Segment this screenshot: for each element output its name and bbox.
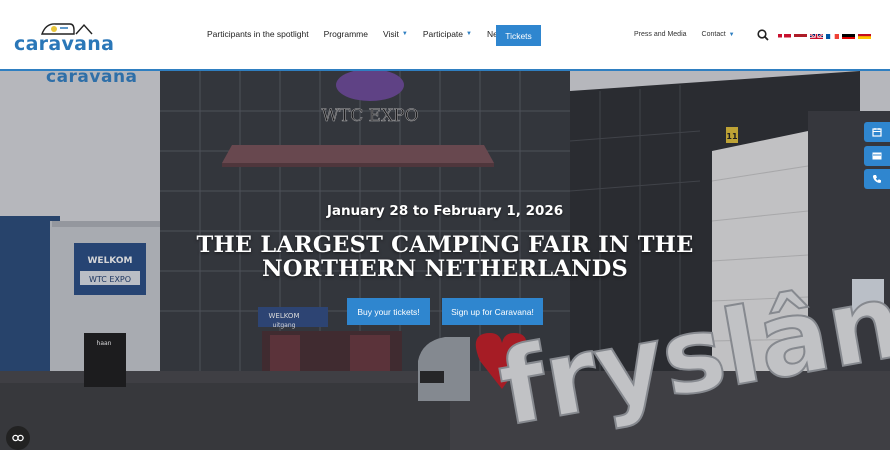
chevron-down-icon: ▼	[728, 31, 735, 38]
site-header: caravana Participants in the spotlight P…	[0, 0, 890, 71]
phone-icon[interactable]	[864, 169, 890, 189]
sign-up-button[interactable]: Sign up for Caravana!	[442, 298, 543, 325]
buy-tickets-button[interactable]: Buy your tickets!	[347, 298, 430, 325]
dutch-flag-icon[interactable]	[794, 30, 807, 39]
headline-line-2: NORTHERN NETHERLANDS	[262, 256, 628, 282]
nav-item-label: Press and Media	[634, 31, 687, 38]
nav-item-label: Programme	[323, 29, 368, 39]
caravana-logo[interactable]: caravana	[14, 20, 118, 55]
main-nav: Participants in the spotlight Programme …	[207, 29, 523, 39]
hero-headline: THE LARGEST CAMPING FAIR IN THE NORTHERN…	[0, 233, 890, 281]
nav-item-contact[interactable]: Contact ▼	[702, 31, 735, 38]
event-date: January 28 to February 1, 2026	[326, 203, 564, 219]
nav-item-label: Contact	[701, 31, 726, 38]
spanish-flag-icon[interactable]	[858, 30, 871, 39]
nav-item-participate[interactable]: Participate ▼	[423, 29, 472, 39]
secondary-nav: Press and Media Contact ▼	[634, 31, 750, 38]
calendar-icon[interactable]	[864, 122, 890, 142]
french-flag-icon[interactable]	[826, 30, 839, 39]
german-flag-icon[interactable]	[842, 30, 855, 39]
nav-item-visit[interactable]: Visit ▼	[383, 29, 408, 39]
hero-section: WELKOM WTC EXPO WTC EXPO WELKOM uitgang	[0, 71, 890, 450]
nav-item-label: Participate	[422, 29, 464, 39]
nav-item-participants-spotlight[interactable]: Participants in the spotlight	[207, 29, 309, 39]
search-icon[interactable]	[757, 28, 769, 46]
danish-flag-icon[interactable]	[778, 30, 791, 39]
uk-flag-icon[interactable]	[810, 30, 823, 39]
nav-item-label: Visit	[383, 29, 399, 39]
nav-item-label: Participants in the spotlight	[207, 29, 309, 39]
logo-text: caravana	[14, 33, 115, 55]
headline-line-1: THE LARGEST CAMPING FAIR IN THE	[196, 232, 694, 258]
chevron-down-icon: ▼	[401, 31, 408, 37]
ghost-logo-text: caravana	[46, 71, 138, 87]
cookie-settings-icon[interactable]	[6, 426, 30, 450]
nav-item-programme[interactable]: Programme	[324, 29, 368, 39]
language-flags	[778, 30, 874, 39]
ticket-icon[interactable]	[864, 146, 890, 166]
chevron-down-icon: ▼	[466, 31, 472, 37]
nav-item-press-media[interactable]: Press and Media	[634, 31, 687, 38]
tickets-button[interactable]: Tickets	[496, 25, 541, 46]
